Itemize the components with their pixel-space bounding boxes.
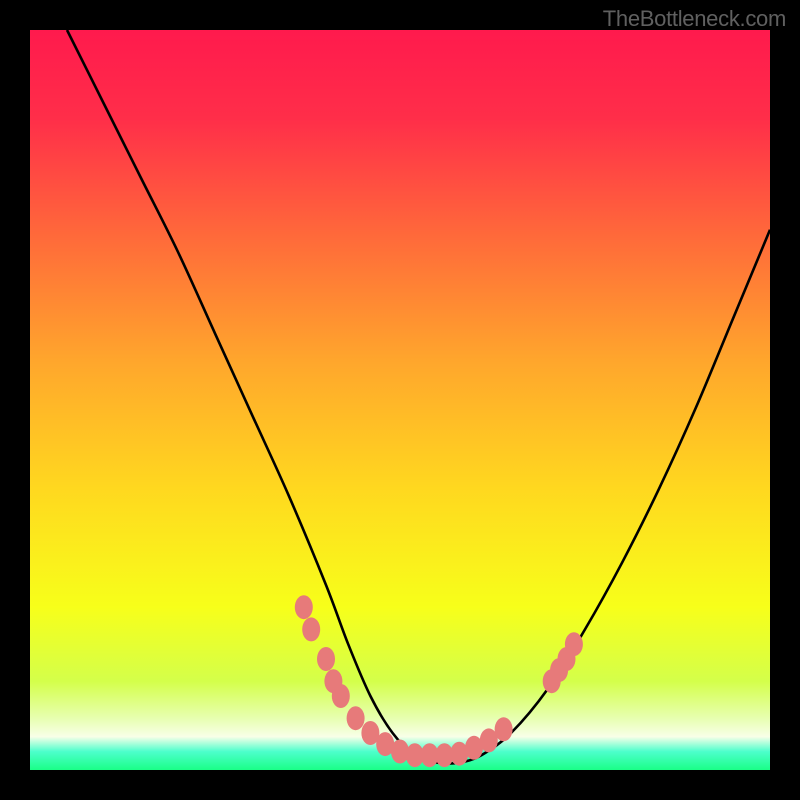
trend-marker [495, 717, 513, 741]
bottleneck-curve [30, 30, 770, 770]
watermark-text: TheBottleneck.com [603, 6, 786, 32]
trend-marker [332, 684, 350, 708]
trend-marker [317, 647, 335, 671]
trend-marker [565, 632, 583, 656]
trend-marker [302, 617, 320, 641]
trend-marker [347, 706, 365, 730]
trend-marker [295, 595, 313, 619]
chart-frame [30, 30, 770, 770]
